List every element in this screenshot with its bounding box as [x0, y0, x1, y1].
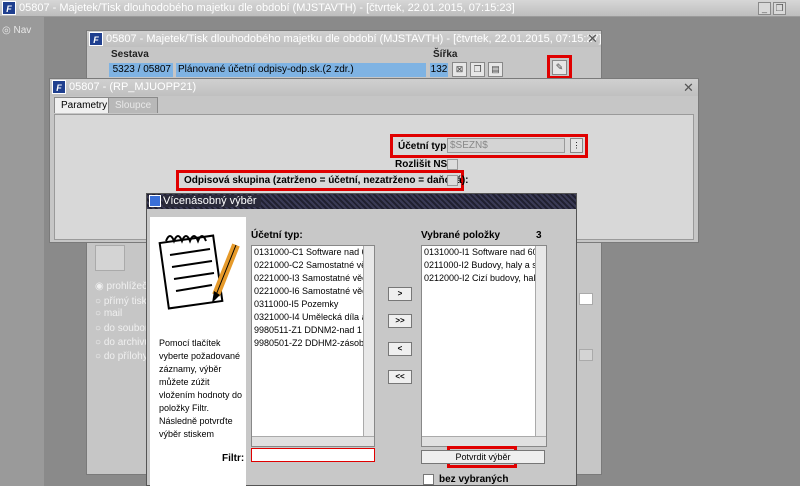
ucetni-typ-input[interactable]: $SEZN$ — [447, 138, 565, 153]
help-text: Pomocí tlačítek vyberte požadované zázna… — [159, 338, 243, 439]
document-icon[interactable]: ▤ — [488, 62, 503, 77]
available-list-item[interactable]: 0221000-I6 Samostatné věci - ost — [252, 285, 374, 298]
dialog-app-icon — [149, 195, 161, 207]
confirm-selection-button[interactable]: Potvrdit výběr — [421, 450, 545, 464]
sestava-header: Sestava — [111, 49, 149, 60]
multiselect-dialog: Vícenásobný výběr Pomocí tlačítek vybert… — [146, 193, 577, 486]
main-window-title: 05807 - Majetek/Tisk dlouhodobého majetk… — [19, 2, 515, 14]
selected-list-item[interactable]: 0212000-I2 Cizí budovy, haly a stavby — [422, 272, 546, 285]
parameters-close-icon[interactable]: ✕ — [683, 80, 694, 96]
sirka-header: Šířka — [433, 49, 458, 60]
add-button[interactable]: > — [388, 287, 412, 301]
side-small-button[interactable] — [579, 349, 593, 361]
available-list-item[interactable]: 0131000-C1 Software nad 60.000 — [252, 246, 374, 259]
print-window-titlebar: F 05807 - Majetek/Tisk dlouhodobého maje… — [87, 31, 602, 47]
parameters-window-logo-icon: F — [52, 80, 66, 94]
restore-icon[interactable]: ❐ — [773, 2, 786, 15]
option-do-prilohy[interactable]: ○ do přílohy — [95, 351, 148, 362]
add-all-button[interactable]: >> — [388, 314, 412, 328]
odpisova-skupina-checkbox[interactable] — [447, 175, 458, 186]
selected-listbox[interactable]: 0131000-I1 Software nad 60.000 0211000-I2… — [421, 245, 547, 447]
printer-icon — [95, 245, 125, 271]
parameters-window-title: 05807 - (RP_MJUOPP21) — [69, 81, 197, 93]
left-navigation-pane — [0, 17, 44, 486]
available-list-item[interactable]: 0221000-C2 Samostatné věci a soubory — [252, 259, 374, 272]
tab-sloupce[interactable]: Sloupce — [108, 97, 159, 113]
print-window-logo-icon: F — [89, 32, 103, 46]
selected-list-header: Vybrané položky — [421, 230, 501, 241]
filter-input[interactable] — [251, 448, 375, 462]
remove-button[interactable]: < — [388, 342, 412, 356]
option-mail[interactable]: ○ mail — [95, 308, 122, 319]
available-list-header: Účetní typ: — [251, 230, 303, 241]
option-primy-tisk[interactable]: ○ přímý tisk — [95, 296, 147, 307]
main-window-titlebar: F 05807 - Majetek/Tisk dlouhodobého maje… — [0, 0, 800, 17]
odpisova-skupina-label: Odpisová skupina (zatrženo = účetní, nez… — [184, 175, 469, 186]
tab-parametry[interactable]: Parametry — [54, 97, 115, 113]
nav-label: Nav — [13, 25, 32, 36]
report-code-field[interactable]: 5323 / 05807 — [109, 63, 173, 77]
filter-label: Filtr: — [222, 453, 245, 464]
help-panel: Pomocí tlačítek vyberte požadované zázna… — [150, 217, 246, 486]
minimize-icon[interactable]: _ — [758, 2, 771, 15]
selected-vertical-scrollbar[interactable] — [535, 246, 546, 437]
dialog-title: Vícenásobný výběr — [163, 195, 261, 207]
available-list-item[interactable]: 0321000-I4 Umělecká díla a sbírky — [252, 311, 374, 324]
available-list-item[interactable]: 0311000-I5 Pozemky — [252, 298, 374, 311]
edit-report-icon[interactable]: ✎ — [552, 60, 567, 75]
nav-item[interactable]: ◎ Nav — [2, 25, 31, 36]
print-window-title: 05807 - Majetek/Tisk dlouhodobého majetk… — [106, 33, 602, 45]
available-horizontal-scrollbar[interactable] — [252, 436, 374, 446]
grid-icon[interactable]: ⊠ — [452, 62, 467, 77]
remove-all-button[interactable]: << — [388, 370, 412, 384]
selected-items: 0131000-I1 Software nad 60.000 0211000-I2… — [422, 246, 546, 285]
option-do-archivu[interactable]: ○ do archivu — [95, 337, 150, 348]
width-field[interactable]: 132 — [430, 63, 448, 77]
dialog-titlebar: Vícenásobný výběr — [147, 194, 576, 209]
selected-horizontal-scrollbar[interactable] — [422, 436, 546, 446]
list-picker-icon[interactable]: ⋮ — [570, 138, 583, 153]
available-items: 0131000-C1 Software nad 60.0000221000-C2… — [252, 246, 374, 350]
close-icon[interactable]: ✕ — [587, 31, 598, 47]
available-list-item[interactable]: 9980511-Z1 DDNM2-nad 1 rok do — [252, 324, 374, 337]
available-list-item[interactable]: 9980501-Z2 DDHM2-zásoby nad — [252, 337, 374, 350]
copy-icon[interactable]: ❐ — [470, 62, 485, 77]
notepad-pencil-icon — [158, 234, 240, 310]
app-logo-icon: F — [2, 1, 16, 15]
parameters-window-titlebar: F 05807 - (RP_MJUOPP21) ✕ — [50, 79, 698, 96]
bez-vybranych-label: bez vybraných — [439, 474, 509, 485]
available-listbox[interactable]: 0131000-C1 Software nad 60.0000221000-C2… — [251, 245, 375, 447]
rozlisit-ns-checkbox[interactable] — [447, 159, 458, 170]
selected-count: 3 — [536, 230, 542, 241]
selected-list-item[interactable]: 0131000-I1 Software nad 60.000 — [422, 246, 546, 259]
available-vertical-scrollbar[interactable] — [363, 246, 374, 437]
rozlisit-ns-label: Rozlišit NS: — [395, 159, 451, 170]
ucetni-typ-label: Účetní typ: — [398, 141, 450, 152]
available-list-item[interactable]: 0221000-I3 Samostatné věci a soubory — [252, 272, 374, 285]
report-name-field[interactable]: Plánované účetní odpisy-odp.sk.(2 zdr.) — [176, 63, 426, 77]
side-input-field[interactable] — [579, 293, 593, 305]
bez-vybranych-checkbox[interactable] — [423, 474, 434, 485]
selected-list-item[interactable]: 0211000-I2 Budovy, haly a stavby — [422, 259, 546, 272]
option-prohlizec[interactable]: ◉ prohlížeč — [95, 281, 147, 292]
